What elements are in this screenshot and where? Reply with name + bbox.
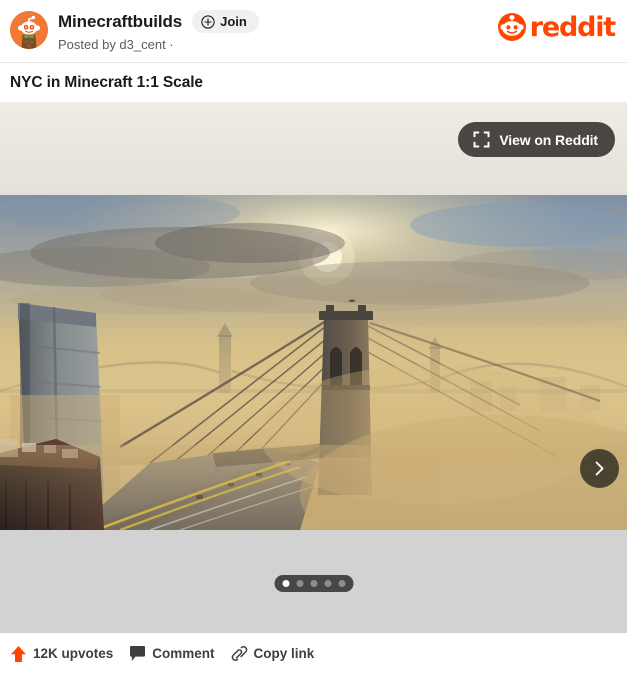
upvotes-label: 12K upvotes <box>33 646 114 661</box>
carousel-dot[interactable] <box>282 580 289 587</box>
post-action-bar: 12K upvotes Comment Copy link <box>0 633 627 674</box>
upvotes-button[interactable]: 12K upvotes <box>10 645 113 663</box>
carousel-dot[interactable] <box>338 580 345 587</box>
subreddit-name[interactable]: Minecraftbuilds <box>58 12 182 32</box>
expand-fullscreen-icon <box>473 131 490 148</box>
chevron-right-icon <box>595 461 604 476</box>
comment-bubble-icon <box>130 646 146 661</box>
snoo-minecraft-avatar-icon <box>10 11 48 49</box>
plus-circle-icon <box>201 14 215 29</box>
copy-link-button[interactable]: Copy link <box>231 645 315 662</box>
subreddit-row: Minecraftbuilds Join <box>58 10 259 33</box>
carousel-image <box>0 195 627 530</box>
comment-button[interactable]: Comment <box>129 645 215 662</box>
post-title: NYC in Minecraft 1:1 Scale <box>10 74 203 91</box>
carousel-dot[interactable] <box>324 580 331 587</box>
carousel-next-button[interactable] <box>580 449 619 488</box>
header-text-block: Minecraftbuilds Join Posted by d3_cent · <box>58 10 259 52</box>
comment-label: Comment <box>152 646 215 661</box>
posted-by-text: Posted by d3_cent · <box>58 37 174 52</box>
post-header: Minecraftbuilds Join Posted by d3_cent ·… <box>0 0 627 62</box>
link-chain-icon <box>231 645 247 662</box>
upvote-arrow-icon <box>11 645 26 662</box>
reddit-wordmark: reddit <box>529 11 616 43</box>
copy-link-label: Copy link <box>253 646 315 661</box>
view-on-reddit-label: View on Reddit <box>499 131 598 148</box>
subreddit-avatar[interactable] <box>10 11 48 49</box>
carousel-dots[interactable] <box>274 575 353 592</box>
carousel-dot[interactable] <box>310 580 317 587</box>
post-media-carousel[interactable]: View on Reddit <box>0 102 627 633</box>
join-button-label: Join <box>220 14 247 29</box>
carousel-dot[interactable] <box>296 580 303 587</box>
reddit-brand-logo[interactable]: reddit <box>497 11 616 43</box>
join-button[interactable]: Join <box>192 10 259 33</box>
reddit-snoo-logo-icon <box>497 13 526 41</box>
view-on-reddit-button[interactable]: View on Reddit <box>458 122 615 157</box>
minecraft-nyc-scene <box>0 195 627 530</box>
